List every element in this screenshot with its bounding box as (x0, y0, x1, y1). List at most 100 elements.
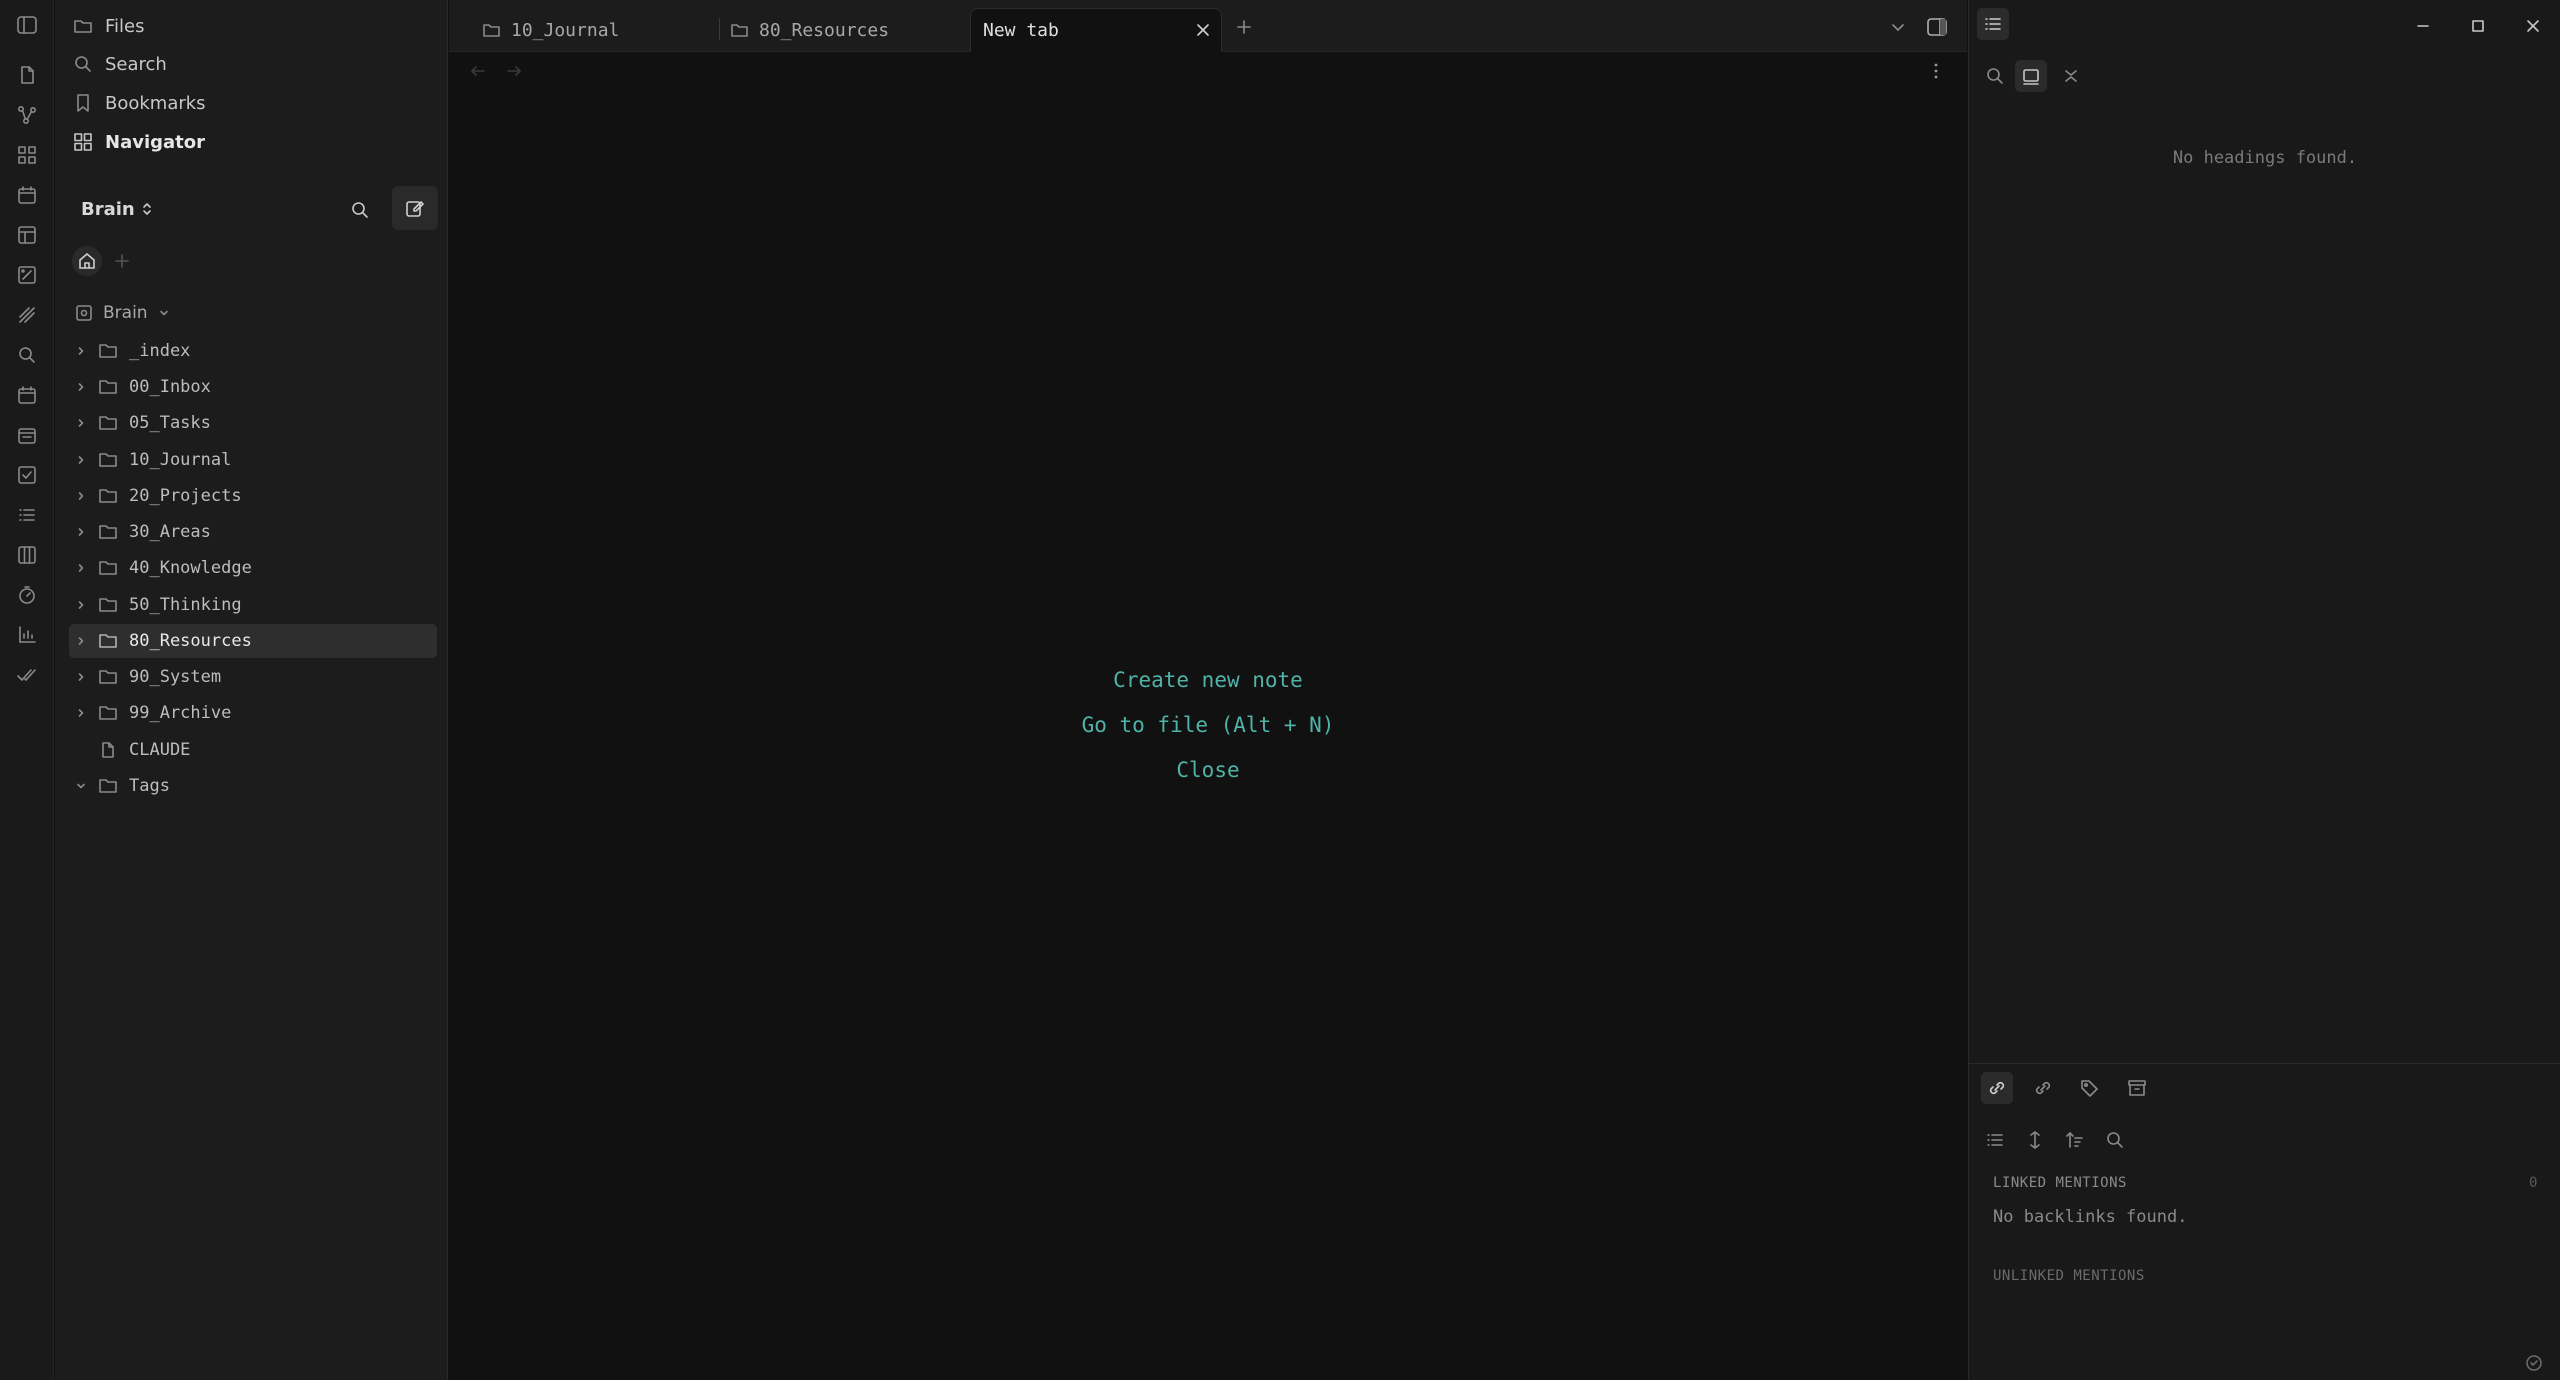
add-shortcut-button[interactable] (109, 248, 135, 274)
forward-arrow-icon[interactable] (505, 62, 523, 80)
outline-tab[interactable] (1977, 8, 2009, 40)
go-to-file-label: Go to file (Alt + N) (1081, 713, 1335, 737)
home-button[interactable] (72, 246, 102, 276)
tab-label: New tab (983, 20, 1059, 41)
nav-bookmarks[interactable]: Bookmarks (73, 87, 206, 119)
vault-search-button[interactable] (345, 195, 375, 225)
drawing-icon[interactable] (14, 302, 40, 328)
tree-item-thinking[interactable]: 50_Thinking (69, 588, 437, 622)
backlinks-tab[interactable] (1981, 1072, 2013, 1104)
sort-button[interactable] (2059, 1124, 2091, 1156)
tab-label: 10_Journal (511, 19, 620, 41)
vault-root[interactable]: Brain (75, 300, 170, 326)
tree-item-knowledge[interactable]: 40_Knowledge (69, 551, 437, 585)
graph-view-icon[interactable] (14, 102, 40, 128)
edit-icon (405, 198, 425, 218)
tree-item-inbox[interactable]: 00_Inbox (69, 370, 437, 404)
daily-note-icon[interactable] (14, 182, 40, 208)
show-context-button[interactable] (2019, 1124, 2051, 1156)
filter-search-button[interactable] (2099, 1124, 2131, 1156)
chevron-right-icon (69, 599, 93, 611)
tab-list-button[interactable] (1885, 14, 1911, 40)
linked-mentions-header[interactable]: LINKED MENTIONS (1993, 1175, 2127, 1191)
go-to-file-link[interactable]: Go to file (Alt + N) (449, 713, 1967, 737)
right-sidebar-toggle[interactable] (1923, 13, 1951, 41)
nav-bookmarks-label: Bookmarks (105, 92, 206, 114)
unlinked-mentions-header[interactable]: UNLINKED MENTIONS (1993, 1268, 2145, 1284)
chevron-down-icon (158, 307, 170, 319)
search-icon[interactable] (14, 342, 40, 368)
vault-switcher[interactable]: Brain (81, 196, 153, 222)
tree-item-archive[interactable]: 99_Archive (69, 696, 437, 730)
folder-icon (93, 704, 123, 722)
create-new-note-link[interactable]: Create new note (449, 668, 1967, 692)
checks-icon[interactable] (14, 662, 40, 688)
tree-item-journal[interactable]: 10_Journal (69, 443, 437, 477)
kanban-icon[interactable] (14, 542, 40, 568)
canvas-icon[interactable] (14, 142, 40, 168)
sync-status-icon[interactable] (2525, 1354, 2543, 1372)
collapse-results-button[interactable] (1979, 1124, 2011, 1156)
folder-icon (483, 22, 501, 38)
tab-label: 80_Resources (759, 19, 890, 41)
close-link[interactable]: Close (449, 758, 1967, 782)
timer-icon[interactable] (14, 582, 40, 608)
home-icon (78, 252, 96, 270)
outline-search-button[interactable] (1979, 60, 2011, 92)
folder-icon (93, 451, 123, 469)
outline-view-button[interactable] (2015, 60, 2047, 92)
folder-icon (73, 16, 93, 36)
tree-item-claude[interactable]: CLAUDE (69, 733, 437, 767)
tree-item-resources[interactable]: 80_Resources (69, 624, 437, 658)
tab-resources[interactable]: 80_Resources (731, 8, 961, 52)
new-tab-button[interactable] (1231, 14, 1257, 40)
nav-files[interactable]: Files (73, 10, 145, 42)
outgoing-links-tab[interactable] (2027, 1072, 2059, 1104)
archive-tab[interactable] (2121, 1072, 2153, 1104)
tab-journal[interactable]: 10_Journal (483, 8, 713, 52)
folder-icon (93, 414, 123, 432)
minimize-button[interactable] (2409, 12, 2437, 40)
tree-item-areas[interactable]: 30_Areas (69, 515, 437, 549)
tasks-icon[interactable] (14, 462, 40, 488)
tab-new-tab[interactable]: New tab (970, 8, 1222, 52)
excalidraw-icon[interactable] (14, 262, 40, 288)
close-icon (2525, 18, 2541, 34)
new-note-icon[interactable] (14, 62, 40, 88)
stats-icon[interactable] (14, 622, 40, 648)
chevron-right-icon (69, 454, 93, 466)
tree-item-label: 50_Thinking (129, 595, 242, 615)
tree-item-tags[interactable]: Tags (69, 769, 437, 803)
sidebar-toggle-icon[interactable] (14, 12, 40, 38)
collapse-all-button[interactable] (2055, 60, 2087, 92)
outgoing-link-icon (2033, 1078, 2053, 1098)
close-tab-icon[interactable] (1195, 22, 1211, 38)
weekly-note-icon[interactable] (14, 422, 40, 448)
back-arrow-icon[interactable] (469, 62, 487, 80)
folder-icon (93, 378, 123, 396)
calendar-icon[interactable] (14, 382, 40, 408)
folder-icon (93, 596, 123, 614)
tags-tab[interactable] (2073, 1072, 2105, 1104)
window-close-button[interactable] (2519, 12, 2547, 40)
nav-search-label: Search (105, 53, 167, 75)
chevron-right-icon (69, 526, 93, 538)
nav-navigator[interactable]: Navigator (73, 126, 205, 158)
nav-navigator-label: Navigator (105, 131, 205, 153)
list-icon[interactable] (14, 502, 40, 528)
tree-item-index[interactable]: _index (69, 334, 437, 368)
ribbon (0, 0, 54, 1380)
backlinks-empty-message: No backlinks found. (1993, 1207, 2188, 1227)
nav-search[interactable]: Search (73, 48, 167, 80)
maximize-button[interactable] (2464, 12, 2492, 40)
folder-icon (93, 632, 123, 650)
more-options-icon[interactable] (1927, 62, 1945, 80)
tree-item-label: Tags (129, 776, 170, 796)
tree-item-system[interactable]: 90_System (69, 660, 437, 694)
template-icon[interactable] (14, 222, 40, 248)
new-note-button[interactable] (392, 186, 438, 230)
tree-item-tasks[interactable]: 05_Tasks (69, 406, 437, 440)
panel-icon (2021, 66, 2041, 86)
tree-item-projects[interactable]: 20_Projects (69, 479, 437, 513)
search-icon (2105, 1130, 2125, 1150)
